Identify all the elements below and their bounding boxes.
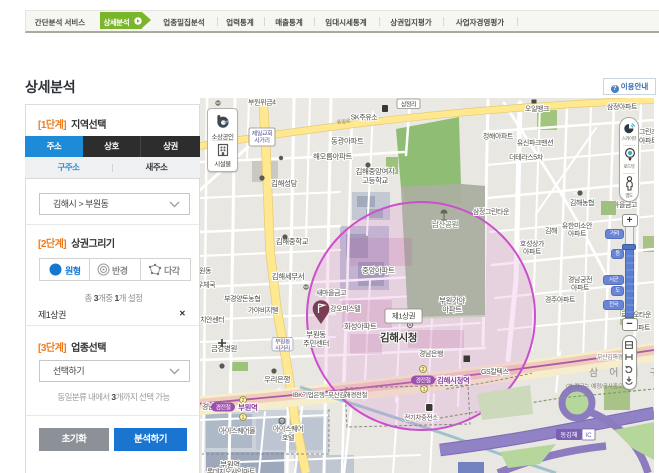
svg-text:오일뱅크: 오일뱅크	[525, 104, 550, 113]
svg-text:삼정리: 삼정리	[401, 100, 416, 108]
svg-text:경전철: 경전철	[215, 404, 230, 412]
svg-text:부원동: 부원동	[200, 266, 212, 275]
svg-text:강오피스텔: 강오피스텔	[330, 304, 360, 313]
svg-text:아파트: 아파트	[568, 229, 587, 238]
svg-text:GS칼텍스: GS칼텍스	[481, 367, 509, 376]
svg-text:IC: IC	[585, 432, 592, 439]
svg-text:김해농협: 김해농협	[570, 198, 594, 207]
svg-text:아이스퀘어몰: 아이스퀘어몰	[219, 426, 256, 435]
svg-text:부원동: 부원동	[306, 330, 326, 339]
svg-text:금강병원: 금강병원	[211, 343, 237, 353]
svg-text:호성상가: 호성상가	[520, 239, 545, 248]
svg-text:H: H	[280, 419, 283, 424]
svg-text:그린즈: 그린즈	[639, 127, 654, 136]
svg-text:아파트: 아파트	[442, 304, 462, 314]
svg-text:₩: ₩	[573, 191, 577, 196]
svg-text:화성아파트: 화성아파트	[344, 321, 377, 331]
svg-text:1: 1	[423, 387, 426, 393]
svg-text:김해: 김해	[545, 226, 557, 235]
svg-text:₩: ₩	[216, 101, 220, 106]
svg-text:2: 2	[422, 367, 425, 373]
svg-text:김해성당: 김해성당	[271, 178, 297, 188]
svg-text:경남궁전: 경남궁전	[568, 275, 592, 284]
svg-text:가야비지텔: 가야비지텔	[248, 306, 278, 315]
svg-text:우리은행: 우리은행	[264, 374, 290, 384]
svg-text:치안센터: 치안센터	[200, 315, 224, 324]
svg-text:호텔: 호텔	[282, 434, 294, 442]
svg-text:아파트: 아파트	[639, 136, 654, 145]
svg-text:우체국: 우체국	[200, 281, 216, 289]
svg-text:부원위금4: 부원위금4	[248, 98, 276, 107]
svg-text:부원가야: 부원가야	[439, 295, 465, 305]
svg-text:₩: ₩	[277, 387, 281, 392]
svg-text:유한미소안: 유한미소안	[562, 221, 593, 230]
svg-text:고등학교: 고등학교	[362, 175, 388, 185]
svg-text:유신파크맨션: 유신파크맨션	[517, 138, 553, 147]
svg-text:1: 1	[242, 415, 245, 421]
svg-text:삼정아파트: 삼정아파트	[607, 102, 638, 111]
svg-text:경전철: 경전철	[415, 377, 430, 385]
svg-text:아이스퀘어: 아이스퀘어	[273, 424, 303, 433]
svg-text:경남은행: 경남은행	[419, 349, 443, 358]
svg-text:김해시청역: 김해시청역	[437, 375, 470, 385]
svg-text:김해시청: 김해시청	[380, 331, 417, 344]
svg-text:전기차충전소: 전기차충전소	[404, 413, 438, 422]
svg-text:동광아파트: 동광아파트	[331, 136, 364, 146]
svg-text:₩: ₩	[304, 285, 308, 290]
svg-text:사거리: 사거리	[254, 137, 269, 145]
svg-text:부원역: 부원역	[220, 459, 240, 469]
svg-text:해오름아파트: 해오름아파트	[313, 151, 352, 161]
svg-text:제일교회: 제일교회	[252, 130, 272, 138]
svg-text:사거리: 사거리	[275, 344, 290, 352]
svg-text:김해세무서: 김해세무서	[272, 271, 305, 281]
svg-text:SK주유소: SK주유소	[351, 114, 379, 122]
svg-text:중앙아파트: 중앙아파트	[362, 265, 395, 275]
svg-text:더테라스5차: 더테라스5차	[509, 153, 544, 162]
svg-text:제1상권: 제1상권	[392, 311, 416, 321]
svg-text:IBK기업은행--부산김해경전철: IBK기업은행--부산김해경전철	[293, 390, 368, 399]
svg-text:경주아파트: 경주아파트	[545, 295, 576, 304]
svg-text:김해중앙여자: 김해중앙여자	[356, 166, 395, 176]
svg-text:부원동: 부원동	[275, 338, 291, 346]
svg-text:새마을금고: 새마을금고	[316, 288, 347, 297]
svg-text:김해중학교: 김해중학교	[276, 236, 309, 246]
svg-text:부원역: 부원역	[238, 402, 258, 412]
svg-text:동김해: 동김해	[560, 431, 577, 439]
svg-text:부경양돈농협: 부경양돈농협	[224, 294, 260, 303]
svg-text:주민센터: 주민센터	[303, 338, 329, 348]
svg-text:청해아파트: 청해아파트	[483, 132, 514, 141]
svg-text:아파트: 아파트	[571, 283, 590, 292]
svg-text:삼정그린타운: 삼정그린타운	[473, 207, 510, 216]
svg-text:아파트: 아파트	[523, 247, 542, 256]
